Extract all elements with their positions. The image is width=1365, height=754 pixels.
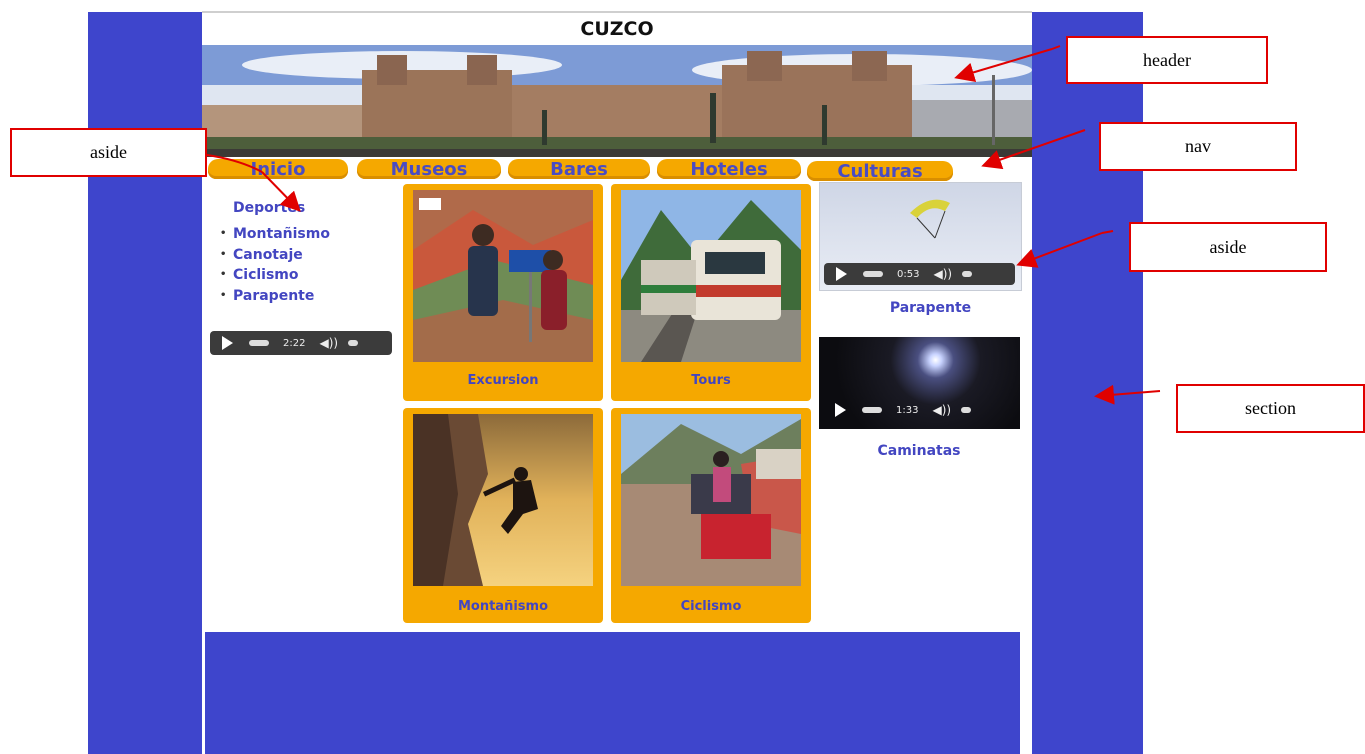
arrow-header (954, 48, 1053, 83)
annotation-arrows (206, 45, 1161, 405)
arrow-aside-right (1016, 232, 1103, 268)
arrow-aside-left (261, 171, 301, 212)
arrow-nav (981, 129, 1086, 170)
arrow-section (1094, 384, 1161, 405)
